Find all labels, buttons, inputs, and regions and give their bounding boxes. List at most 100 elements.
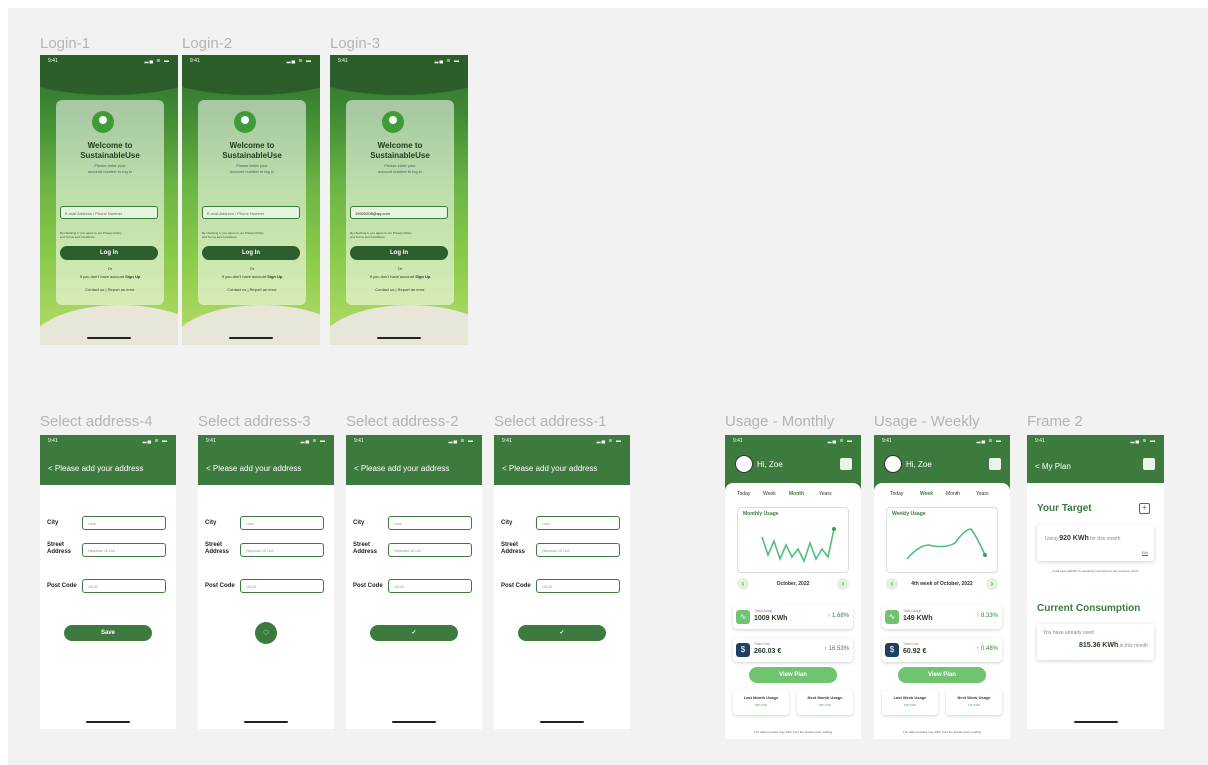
app-name: SustainableUse [80,151,140,160]
street-input[interactable]: Harjukatu 18 1A4 [388,543,472,557]
post-code-input[interactable]: 15140 [388,579,472,593]
back-button[interactable]: < Please add your address [354,464,449,473]
target-note: It will save 19KWh on electricity compar… [1052,569,1139,573]
loading-spinner: ◌ [255,622,277,644]
total-usage-card[interactable]: ∿ Total Usage 1009 KWh ↑ 1.68% [733,605,853,629]
tab-month[interactable]: Month [789,491,804,497]
tab-week[interactable]: Week [920,491,933,497]
city-input[interactable]: Lahti [82,516,166,530]
next-period-button[interactable]: › [837,578,849,590]
city-input[interactable]: Lahti [536,516,620,530]
welcome-title: Welcome to [377,141,423,150]
consumption-card[interactable]: You have already used 815.36 KWh in this… [1037,624,1154,660]
post-code-label: Post Code [353,583,383,589]
frame-label-address-1[interactable]: Select address-1 [494,413,607,430]
post-code-input[interactable]: 15140 [82,579,166,593]
login-button[interactable]: Log In [202,246,300,260]
greeting: Hi, Zoe [757,460,783,469]
status-bar: 9:41 ▂▄ ≋ ▬ [48,58,170,64]
next-week-card[interactable]: Next Week Usage 145 KWh [946,691,1002,715]
frame-label-login-3[interactable]: Login-3 [330,35,380,52]
frame-label-usage-monthly[interactable]: Usage - Monthly [725,413,834,430]
total-cost-card[interactable]: $ Total Cost 60.92 € ↑ 0.48% [882,638,1002,662]
welcome-title: Welcome to [87,141,133,150]
grid-menu-icon[interactable] [840,458,852,470]
usage-change: ↑ 1.68% [827,613,849,619]
frame-label-login-1[interactable]: Login-1 [40,35,90,52]
city-input[interactable]: Lahti [388,516,472,530]
post-code-input[interactable]: 15140 [240,579,324,593]
tab-years[interactable]: Years [819,491,832,497]
last-week-card[interactable]: Last Week Usage 138 KWh [882,691,938,715]
account-input[interactable]: 19920208@qq.com [350,206,448,219]
street-label: Street Address [501,542,526,555]
home-indicator [86,721,130,723]
tab-today[interactable]: Today [737,491,750,497]
save-button[interactable]: Save [64,625,152,641]
login-3-frame: 9:41 ▂▄ ≋ ▬ Welcome to SustainableUse Ple… [330,55,468,345]
saved-check-button[interactable]: ✓ [370,625,458,641]
add-target-button[interactable]: + [1139,503,1150,514]
next-period-button[interactable]: › [986,578,998,590]
back-button[interactable]: < Please add your address [48,464,143,473]
city-input[interactable]: Lahti [240,516,324,530]
cost-label: Total Cost [903,642,919,646]
path-decoration [182,305,320,345]
next-month-card[interactable]: Next Month Usage 980 KWh [797,691,853,715]
saved-check-button[interactable]: ✓ [518,625,606,641]
terms-checkbox[interactable]: By checking it, you agree to our Privacy… [60,231,158,239]
welcome-title: Welcome to [229,141,275,150]
contact-link[interactable]: Contact us | Report an error [56,287,164,292]
target-title: Your Target [1037,503,1092,514]
tree-logo-icon [234,111,256,133]
street-input[interactable]: Harjukatu 18 1A4 [536,543,620,557]
frame-label-address-4[interactable]: Select address-4 [40,413,153,430]
frame-label-usage-weekly[interactable]: Usage - Weekly [874,413,980,430]
home-indicator [392,721,436,723]
avatar[interactable] [884,455,902,473]
street-input[interactable]: Harjukatu 18 1A4 [82,543,166,557]
tab-month[interactable]: Month [946,491,960,497]
total-usage-card[interactable]: ∿ Total Usage 149 KWh ↑ 8.33% [882,605,1002,629]
grid-menu-icon[interactable] [989,458,1001,470]
target-value: 920 KWh [1059,535,1089,542]
contact-link[interactable]: Contact us | Report an error [198,287,306,292]
contact-link[interactable]: Contact us | Report an error [346,287,454,292]
avatar[interactable] [735,455,753,473]
canvas: Login-1 Login-2 Login-3 Select address-4… [0,0,1208,765]
grid-menu-icon[interactable] [1143,458,1155,470]
tab-years[interactable]: Years [976,491,989,497]
target-card[interactable]: Using 920 KWh for this month Edit [1037,525,1154,561]
edit-link[interactable]: Edit [1142,551,1148,555]
frame-label-address-3[interactable]: Select address-3 [198,413,311,430]
account-input[interactable]: E-mail Address / Phone Number [60,206,158,219]
home-indicator [244,721,288,723]
tab-week[interactable]: Week [763,491,776,497]
terms-checkbox[interactable]: By checking it, you agree to our Privacy… [202,231,300,239]
total-cost-card[interactable]: $ Total Cost 260.03 € ↑ 16.53% [733,638,853,662]
signup-link[interactable]: Sign Up [125,274,140,279]
back-button[interactable]: < Please add your address [502,464,597,473]
path-decoration [330,305,468,345]
street-input[interactable]: Harjukatu 18 1A4 [240,543,324,557]
signup-link[interactable]: Sign Up [415,274,430,279]
frame-label-frame-2[interactable]: Frame 2 [1027,413,1083,430]
signup-link[interactable]: Sign Up [267,274,282,279]
login-button[interactable]: Log In [60,246,158,260]
frame-label-address-2[interactable]: Select address-2 [346,413,459,430]
view-plan-button[interactable]: View Plan [898,667,986,683]
prev-period-button[interactable]: ‹ [886,578,898,590]
tab-today[interactable]: Today [890,491,903,497]
account-input[interactable]: E-mail Address / Phone Number [202,206,300,219]
prev-period-button[interactable]: ‹ [737,578,749,590]
last-month-card[interactable]: Last Month Usage 998 KWh [733,691,789,715]
view-plan-button[interactable]: View Plan [749,667,837,683]
back-button[interactable]: < Please add your address [206,464,301,473]
home-indicator [377,337,421,339]
login-button[interactable]: Log In [350,246,448,260]
post-code-input[interactable]: 15140 [536,579,620,593]
back-button[interactable]: < My Plan [1035,462,1071,471]
terms-checkbox[interactable]: By checking it, you agree to our Privacy… [350,231,448,239]
usage-value: 1009 KWh [754,615,788,622]
frame-label-login-2[interactable]: Login-2 [182,35,232,52]
